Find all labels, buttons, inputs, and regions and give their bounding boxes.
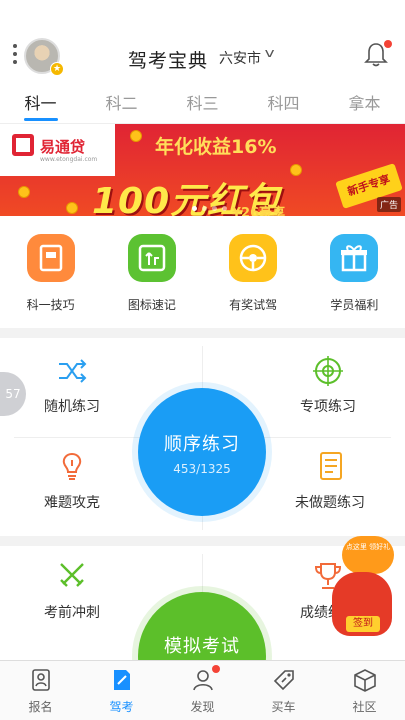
price-tag-icon bbox=[273, 670, 294, 691]
banner-slogan: 年化收益16% bbox=[155, 136, 277, 158]
pre-exam-sprint-label: 考前冲刺 bbox=[44, 605, 100, 621]
tab-subject-3[interactable]: 科三 bbox=[162, 84, 243, 123]
banner-brand-url: www.etongdai.com bbox=[40, 156, 98, 163]
mock-exam-title: 模拟考试 bbox=[164, 636, 240, 657]
nav-label: 驾考 bbox=[109, 700, 134, 714]
gift-icon bbox=[330, 234, 379, 282]
pre-exam-sprint-button[interactable]: 考前冲刺 bbox=[12, 560, 132, 622]
tab-get-license[interactable]: 拿本 bbox=[324, 84, 405, 123]
nav-discover[interactable]: 发现 bbox=[162, 661, 243, 720]
checkin-label: 签到 bbox=[346, 616, 380, 632]
tab-subject-4[interactable]: 科四 bbox=[243, 84, 324, 123]
subject-tabs: 科一 科二 科三 科四 拿本 bbox=[0, 84, 405, 124]
crossed-swords-icon bbox=[60, 563, 84, 587]
document-icon bbox=[26, 234, 75, 282]
id-card-icon bbox=[31, 669, 50, 691]
feature-student-benefits[interactable]: 学员福利 bbox=[304, 216, 405, 328]
sequential-practice-button[interactable]: 顺序练习 453/1325 bbox=[138, 388, 266, 516]
ad-banner[interactable]: 易通贷 www.etongdai.com 年化收益16% 100元红包 新手专享… bbox=[0, 124, 405, 216]
hard-questions-button[interactable]: 难题攻克 bbox=[12, 450, 132, 512]
coin-icon bbox=[18, 186, 30, 198]
feature-label: 科一技巧 bbox=[26, 298, 75, 312]
practice-panel: 随机练习 专项练习 难题攻克 未做题练习 顺序练习 453/1325 bbox=[0, 338, 405, 536]
discover-notification-dot bbox=[212, 665, 220, 673]
mock-exam-button[interactable]: 模拟考试 bbox=[138, 592, 266, 660]
promo-bubble: 点这里 领好礼 bbox=[342, 536, 394, 574]
banner-footer: ¥26豪享 bbox=[232, 206, 286, 216]
feature-label: 学员福利 bbox=[330, 298, 379, 312]
chevron-down-icon[interactable]: v bbox=[265, 46, 275, 60]
tab-subject-1[interactable]: 科一 bbox=[0, 84, 81, 123]
steering-wheel-icon bbox=[229, 234, 278, 282]
target-icon bbox=[313, 356, 343, 386]
undone-practice-button[interactable]: 未做题练习 bbox=[270, 450, 390, 512]
lightbulb-icon bbox=[62, 452, 82, 480]
banner-brand: 易通贷 bbox=[40, 138, 86, 156]
random-practice-button[interactable]: 随机练习 bbox=[12, 356, 132, 416]
coin-icon bbox=[290, 164, 302, 176]
hard-questions-label: 难题攻克 bbox=[44, 495, 100, 511]
nav-label: 发现 bbox=[190, 700, 215, 714]
feature-sign-memory[interactable]: 图标速记 bbox=[101, 216, 202, 328]
undone-practice-label: 未做题练习 bbox=[295, 495, 365, 511]
sequential-practice-title: 顺序练习 bbox=[164, 434, 240, 455]
app-title: 驾考宝典 bbox=[128, 50, 209, 72]
city-selector[interactable]: 六安市 bbox=[219, 48, 261, 68]
nav-driving-test[interactable]: 驾考 bbox=[81, 661, 162, 720]
random-practice-label: 随机练习 bbox=[44, 399, 100, 415]
tab-subject-2[interactable]: 科二 bbox=[81, 84, 162, 123]
notification-dot bbox=[384, 40, 392, 48]
feature-label: 有奖试驾 bbox=[229, 298, 278, 312]
box-icon bbox=[353, 669, 376, 692]
shuffle-icon bbox=[59, 359, 87, 383]
app-header: ★ 驾考宝典 六安市 v bbox=[0, 0, 405, 80]
menu-dots-icon[interactable] bbox=[13, 44, 17, 64]
app: ★ 驾考宝典 六安市 v 科一 科二 科三 科四 拿本 易通贷 www.eton… bbox=[0, 0, 405, 720]
list-icon bbox=[320, 452, 342, 480]
bottom-nav: 报名 驾考 发现 买车 社区 bbox=[0, 660, 405, 720]
nav-label: 买车 bbox=[271, 700, 296, 714]
pencil-document-icon bbox=[113, 670, 130, 690]
nav-label: 社区 bbox=[352, 700, 377, 714]
ad-label: 广告 bbox=[376, 197, 401, 212]
feature-test-drive[interactable]: 有奖试驾 bbox=[203, 216, 304, 328]
nav-label: 报名 bbox=[28, 700, 53, 714]
road-sign-icon bbox=[127, 234, 176, 282]
feature-subject1-tips[interactable]: 科一技巧 bbox=[0, 216, 101, 328]
nav-buy-car[interactable]: 买车 bbox=[243, 661, 324, 720]
vip-badge-icon: ★ bbox=[50, 62, 64, 76]
section-divider bbox=[0, 328, 405, 338]
checkin-promo[interactable]: 点这里 领好礼 签到 bbox=[328, 536, 398, 644]
nav-signup[interactable]: 报名 bbox=[0, 661, 81, 720]
brand-logo-icon bbox=[12, 134, 34, 156]
coin-icon bbox=[66, 202, 78, 214]
coin-icon bbox=[130, 130, 142, 142]
feature-label: 图标速记 bbox=[127, 298, 176, 312]
special-practice-label: 专项练习 bbox=[300, 399, 356, 415]
nav-community[interactable]: 社区 bbox=[324, 661, 405, 720]
feature-grid: 科一技巧 图标速记 有奖试驾 学员福利 bbox=[0, 216, 405, 328]
special-practice-button[interactable]: 专项练习 bbox=[268, 356, 388, 416]
sequential-practice-progress: 453/1325 bbox=[173, 462, 231, 476]
carousel-dots bbox=[192, 206, 227, 211]
